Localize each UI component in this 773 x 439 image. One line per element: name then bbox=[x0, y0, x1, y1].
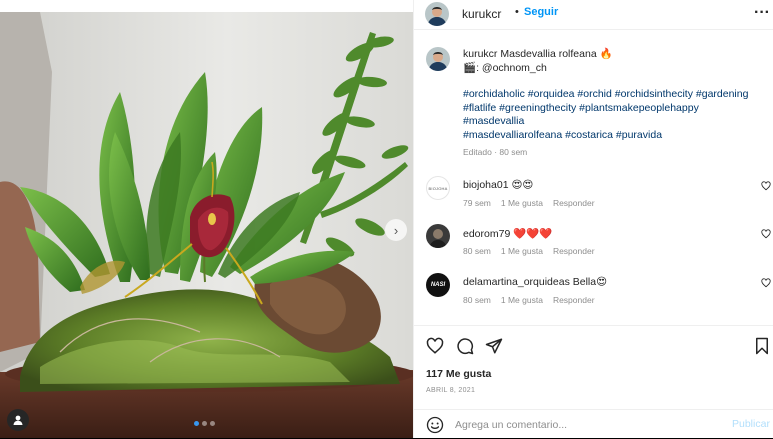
carousel-dot bbox=[202, 421, 207, 426]
follow-button[interactable]: Seguir bbox=[524, 6, 558, 18]
comment-icon[interactable] bbox=[456, 337, 474, 355]
post-header: kurukcr • Seguir ··· bbox=[414, 0, 773, 30]
chevron-right-icon: › bbox=[393, 222, 399, 238]
clapperboard-icon: 🎬 bbox=[463, 61, 477, 74]
carousel-dot bbox=[210, 421, 215, 426]
comment-item: NASI delamartina_orquideas Bella😍 80 sem… bbox=[414, 273, 773, 313]
comment-likes[interactable]: 1 Me gusta bbox=[501, 246, 543, 256]
comment-username[interactable]: biojoha01 bbox=[463, 179, 509, 191]
comment-line: delamartina_orquideas Bella😍 bbox=[463, 276, 607, 288]
comment-time[interactable]: 80 sem bbox=[463, 295, 491, 305]
fire-emoji: 🔥 bbox=[599, 48, 613, 60]
profile-photo-icon bbox=[426, 47, 450, 71]
post-date: ABRIL 8, 2021 bbox=[426, 387, 476, 394]
carousel-indicator bbox=[194, 421, 215, 426]
heart-icon[interactable] bbox=[761, 181, 771, 191]
profile-photo-icon bbox=[426, 224, 450, 248]
publish-comment-button[interactable]: Publicar bbox=[732, 418, 770, 430]
avatar[interactable] bbox=[426, 47, 450, 71]
avatar-text: BIOJOHA bbox=[428, 185, 448, 191]
comment-text: 😍😍 bbox=[511, 179, 534, 191]
avatar[interactable] bbox=[426, 224, 450, 248]
emoji-icon[interactable] bbox=[426, 416, 444, 434]
comment-reply-button[interactable]: Responder bbox=[553, 198, 595, 208]
likes-count[interactable]: 117 Me gusta bbox=[426, 368, 491, 380]
caption-hashtags-line-2[interactable]: #flatlife #greeningthecity #plantsmakepe… bbox=[463, 102, 763, 116]
comment-meta: 80 sem 1 Me gusta Responder bbox=[463, 246, 595, 256]
caption-hashtags-line-4[interactable]: #masdevalliarolfeana #costarica #puravid… bbox=[463, 129, 763, 143]
separator-dot: • bbox=[515, 6, 519, 18]
caption-text: kurukcr Masdevallia rolfeana 🔥 🎬: @ochno… bbox=[463, 48, 763, 160]
carousel-dot bbox=[194, 421, 199, 426]
comment-time[interactable]: 80 sem bbox=[463, 246, 491, 256]
caption-meta: Editado · 80 sem bbox=[463, 147, 528, 157]
instagram-post-window: › kurukcr • Seguir ··· kurukcr Masdevall… bbox=[0, 0, 773, 438]
comment-item: edorom79 ❤️❤️❤️ 80 sem 1 Me gusta Respon… bbox=[414, 224, 773, 264]
like-heart-icon[interactable] bbox=[426, 337, 444, 355]
post-details-pane: kurukcr • Seguir ··· kurukcr Masdevallia… bbox=[413, 0, 773, 438]
tagged-users-button[interactable] bbox=[7, 409, 29, 431]
heart-icon[interactable] bbox=[761, 278, 771, 288]
caption-credit[interactable]: : @ochnom_ch bbox=[476, 62, 547, 74]
post-photo[interactable]: › bbox=[0, 12, 413, 438]
share-icon[interactable] bbox=[485, 337, 503, 355]
avatar[interactable] bbox=[425, 2, 449, 26]
avatar[interactable]: BIOJOHA bbox=[426, 176, 450, 200]
heart-icon[interactable] bbox=[761, 229, 771, 239]
comment-reply-button[interactable]: Responder bbox=[553, 246, 595, 256]
comment-username[interactable]: edorom79 bbox=[463, 228, 510, 240]
next-slide-button[interactable]: › bbox=[385, 219, 407, 241]
add-comment-bar: Publicar bbox=[414, 409, 773, 439]
post-username[interactable]: kurukcr bbox=[462, 7, 501, 21]
comment-meta: 80 sem 1 Me gusta Responder bbox=[463, 295, 595, 305]
comment-reply-button[interactable]: Responder bbox=[553, 295, 595, 305]
comment-username[interactable]: delamartina_orquideas bbox=[463, 276, 570, 288]
more-horizontal-icon[interactable]: ··· bbox=[754, 4, 770, 22]
avatar-text: NASI bbox=[430, 282, 446, 288]
caption-hashtags-line-3[interactable]: #masdevallia bbox=[463, 115, 763, 129]
orchid-photo-image bbox=[0, 12, 413, 438]
comment-input[interactable] bbox=[455, 417, 725, 433]
comment-item: BIOJOHA biojoha01 😍😍 79 sem 1 Me gusta R… bbox=[414, 176, 773, 216]
caption-username[interactable]: kurukcr bbox=[463, 48, 497, 60]
user-icon bbox=[13, 415, 23, 425]
caption-hashtags-line-1[interactable]: #orchidaholic #orquidea #orchid #orchids… bbox=[463, 88, 763, 102]
avatar[interactable]: NASI bbox=[426, 273, 450, 297]
bookmark-icon[interactable] bbox=[753, 337, 771, 355]
comment-meta: 79 sem 1 Me gusta Responder bbox=[463, 198, 595, 208]
comment-time[interactable]: 79 sem bbox=[463, 198, 491, 208]
comment-line: biojoha01 😍😍 bbox=[463, 179, 533, 191]
post-actions: 117 Me gusta ABRIL 8, 2021 Publicar bbox=[414, 325, 773, 438]
comment-likes[interactable]: 1 Me gusta bbox=[501, 295, 543, 305]
profile-photo-icon bbox=[425, 2, 449, 26]
comment-line: edorom79 ❤️❤️❤️ bbox=[463, 227, 552, 240]
caption-title: Masdevallia rolfeana bbox=[500, 48, 597, 60]
comment-likes[interactable]: 1 Me gusta bbox=[501, 198, 543, 208]
comment-text: Bella😍 bbox=[572, 276, 608, 288]
comment-text: ❤️❤️❤️ bbox=[513, 228, 553, 240]
